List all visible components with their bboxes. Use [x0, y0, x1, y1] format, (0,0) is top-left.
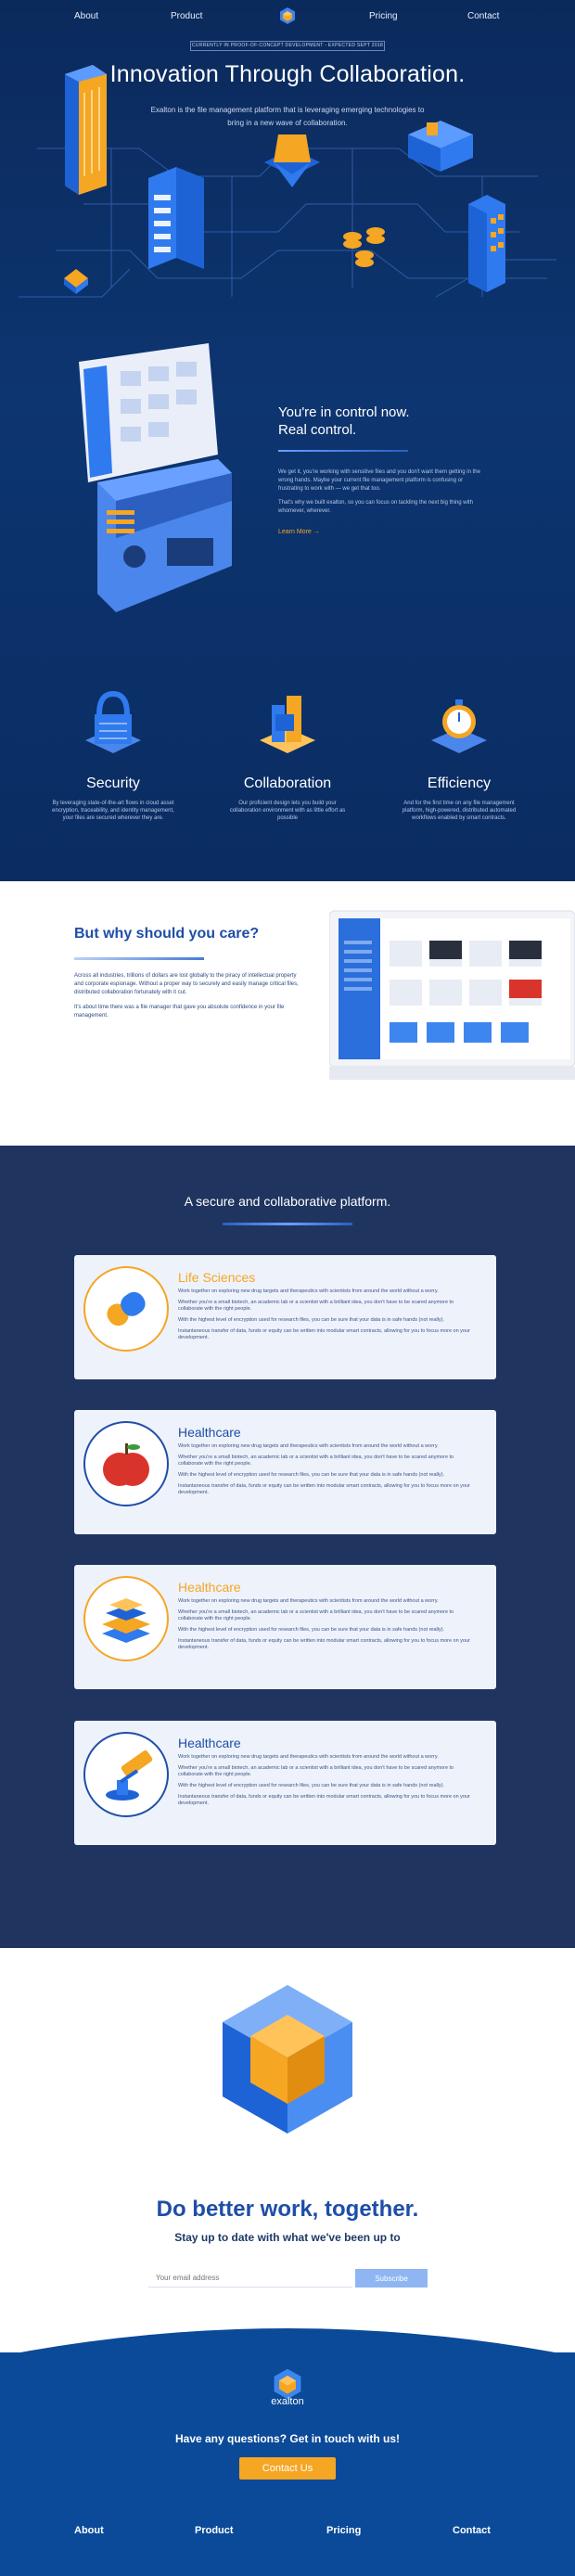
- learn-more-link[interactable]: Learn More →: [278, 529, 320, 535]
- care-divider: [74, 957, 204, 960]
- server-rack-illustration: [148, 167, 204, 269]
- industry-card-text: Work together on exploring new drug targ…: [178, 1754, 479, 1812]
- industry-card: Life Sciences Work together on exploring…: [74, 1255, 496, 1379]
- industry-card: Healthcare Work together on exploring ne…: [74, 1410, 496, 1534]
- pill-icon: [107, 1291, 146, 1326]
- nav-pricing[interactable]: Pricing: [369, 11, 398, 21]
- platform-divider: [223, 1223, 352, 1225]
- footer-nav-contact[interactable]: Contact: [453, 2525, 491, 2536]
- card-paragraph: Work together on exploring new drug targ…: [178, 1754, 439, 1760]
- skyscraper-illustration: [65, 65, 107, 195]
- control-paragraph-1: We get it, you're working with sensitive…: [278, 469, 480, 492]
- hero-subtitle: Exalton is the file management platform …: [150, 106, 425, 127]
- signup-title: Do better work, together.: [156, 2197, 419, 2222]
- email-input[interactable]: [148, 2269, 352, 2288]
- feature-security: Security By leveraging state-of-the-art …: [30, 686, 197, 822]
- industry-icon-circle: [83, 1421, 169, 1506]
- industry-card-title: Life Sciences: [178, 1270, 256, 1285]
- care-section: But why should you care? Across all indu…: [0, 881, 575, 1146]
- footer-nav-about[interactable]: About: [74, 2525, 104, 2536]
- platform-title: A secure and collaborative platform.: [184, 1194, 391, 1209]
- card-paragraph: With the highest level of encryption use…: [178, 1317, 445, 1323]
- industry-card-text: Work together on exploring new drug targ…: [178, 1288, 479, 1346]
- card-paragraph: Instantaneous transfer of data, funds or…: [178, 1638, 470, 1650]
- stopwatch-icon: [431, 699, 487, 753]
- card-paragraph: Work together on exploring new drug targ…: [178, 1443, 439, 1449]
- books-icon: [102, 1598, 150, 1643]
- tower-illustration: [468, 195, 505, 292]
- card-paragraph: Instantaneous transfer of data, funds or…: [178, 1328, 470, 1340]
- feature-collaboration-title: Collaboration: [243, 775, 332, 791]
- industry-card-text: Work together on exploring new drug targ…: [178, 1598, 479, 1656]
- card-paragraph: With the highest level of encryption use…: [178, 1472, 445, 1478]
- card-paragraph: Whether you're a small biotech, an acade…: [178, 1455, 454, 1467]
- feature-efficiency-title: Efficiency: [427, 775, 492, 791]
- card-paragraph: With the highest level of encryption use…: [178, 1783, 445, 1788]
- house-illustration: [64, 269, 88, 294]
- top-nav: About Product Pricing Contact: [0, 0, 575, 33]
- nav-about[interactable]: About: [74, 11, 98, 21]
- industry-card-title: Healthcare: [178, 1736, 241, 1750]
- footer-wave: [0, 2328, 575, 2356]
- feature-collaboration: Collaboration Our proficient design lets…: [204, 686, 371, 822]
- control-paragraph-2: That's why we built exalton, so you can …: [278, 500, 473, 514]
- control-console-illustration: [79, 343, 232, 612]
- subscribe-button[interactable]: Subscribe: [355, 2269, 428, 2288]
- industry-icon-circle: [83, 1576, 169, 1661]
- industry-card: Healthcare Work together on exploring ne…: [74, 1565, 496, 1689]
- card-paragraph: Whether you're a small biotech, an acade…: [178, 1609, 454, 1621]
- industry-card-text: Work together on exploring new drug targ…: [178, 1443, 479, 1501]
- apple-icon: [103, 1443, 149, 1486]
- industry-card: Healthcare Work together on exploring ne…: [74, 1721, 496, 1845]
- footer-brand: exalton: [271, 2396, 304, 2407]
- exalton-logo-icon[interactable]: [278, 6, 297, 25]
- feature-security-title: Security: [86, 775, 140, 791]
- collaboration-icon: [260, 696, 315, 753]
- feature-collaboration-text: Our proficient design lets you build you…: [229, 801, 346, 821]
- signup-section: Do better work, together. Stay up to dat…: [0, 1948, 575, 2576]
- nav-product[interactable]: Product: [171, 11, 202, 21]
- card-paragraph: Work together on exploring new drug targ…: [178, 1598, 439, 1604]
- card-paragraph: Whether you're a small biotech, an acade…: [178, 1300, 454, 1312]
- feature-efficiency: Efficiency And for the first time on any…: [376, 686, 543, 822]
- care-title: But why should you care?: [74, 926, 260, 942]
- care-paragraph-2: It's about time there was a file manager…: [74, 1005, 285, 1019]
- factory-illustration: [408, 121, 473, 172]
- care-paragraph-1: Across all industries, trillions of doll…: [74, 973, 299, 995]
- control-title: You're in control now. Real control.: [278, 404, 410, 439]
- footer-question: Have any questions? Get in touch with us…: [174, 2432, 401, 2445]
- signup-subtitle: Stay up to date with what we've been up …: [174, 2231, 401, 2244]
- coins-illustration: [343, 227, 385, 267]
- arrow-right-icon: →: [313, 529, 320, 535]
- card-paragraph: Instantaneous transfer of data, funds or…: [178, 1483, 470, 1495]
- card-paragraph: Instantaneous transfer of data, funds or…: [178, 1794, 470, 1806]
- footer-nav-product[interactable]: Product: [195, 2525, 234, 2536]
- learn-more-label: Learn More: [278, 529, 312, 535]
- processor-illustration: [264, 135, 320, 187]
- control-title-line1: You're in control now.: [278, 404, 410, 420]
- card-paragraph: With the highest level of encryption use…: [178, 1627, 445, 1633]
- card-paragraph: Whether you're a small biotech, an acade…: [178, 1765, 454, 1777]
- large-cube-logo: [223, 1985, 352, 2134]
- industry-icon-circle: [83, 1732, 169, 1817]
- laptop-app-preview: [329, 910, 575, 1080]
- control-title-line2: Real control.: [278, 422, 357, 438]
- footer-nav-pricing[interactable]: Pricing: [326, 2525, 361, 2536]
- feature-security-text: By leveraging state-of-the-art flows in …: [52, 801, 174, 821]
- industry-card-title: Healthcare: [178, 1425, 241, 1440]
- development-badge: CURRENTLY IN PROOF-OF-CONCEPT DEVELOPMEN…: [190, 41, 385, 51]
- card-paragraph: Work together on exploring new drug targ…: [178, 1288, 439, 1294]
- industry-card-title: Healthcare: [178, 1580, 241, 1595]
- nav-contact[interactable]: Contact: [467, 11, 499, 21]
- industry-icon-circle: [83, 1266, 169, 1352]
- hero-section: About Product Pricing Contact CURRENTLY …: [0, 0, 575, 881]
- lock-icon: [85, 690, 141, 753]
- platform-section: A secure and collaborative platform. Lif…: [0, 1146, 575, 1948]
- feature-efficiency-text: And for the first time on any file manag…: [402, 801, 517, 821]
- control-divider: [278, 450, 408, 452]
- contact-us-button[interactable]: Contact Us: [239, 2457, 336, 2480]
- gavel-icon: [106, 1750, 153, 1801]
